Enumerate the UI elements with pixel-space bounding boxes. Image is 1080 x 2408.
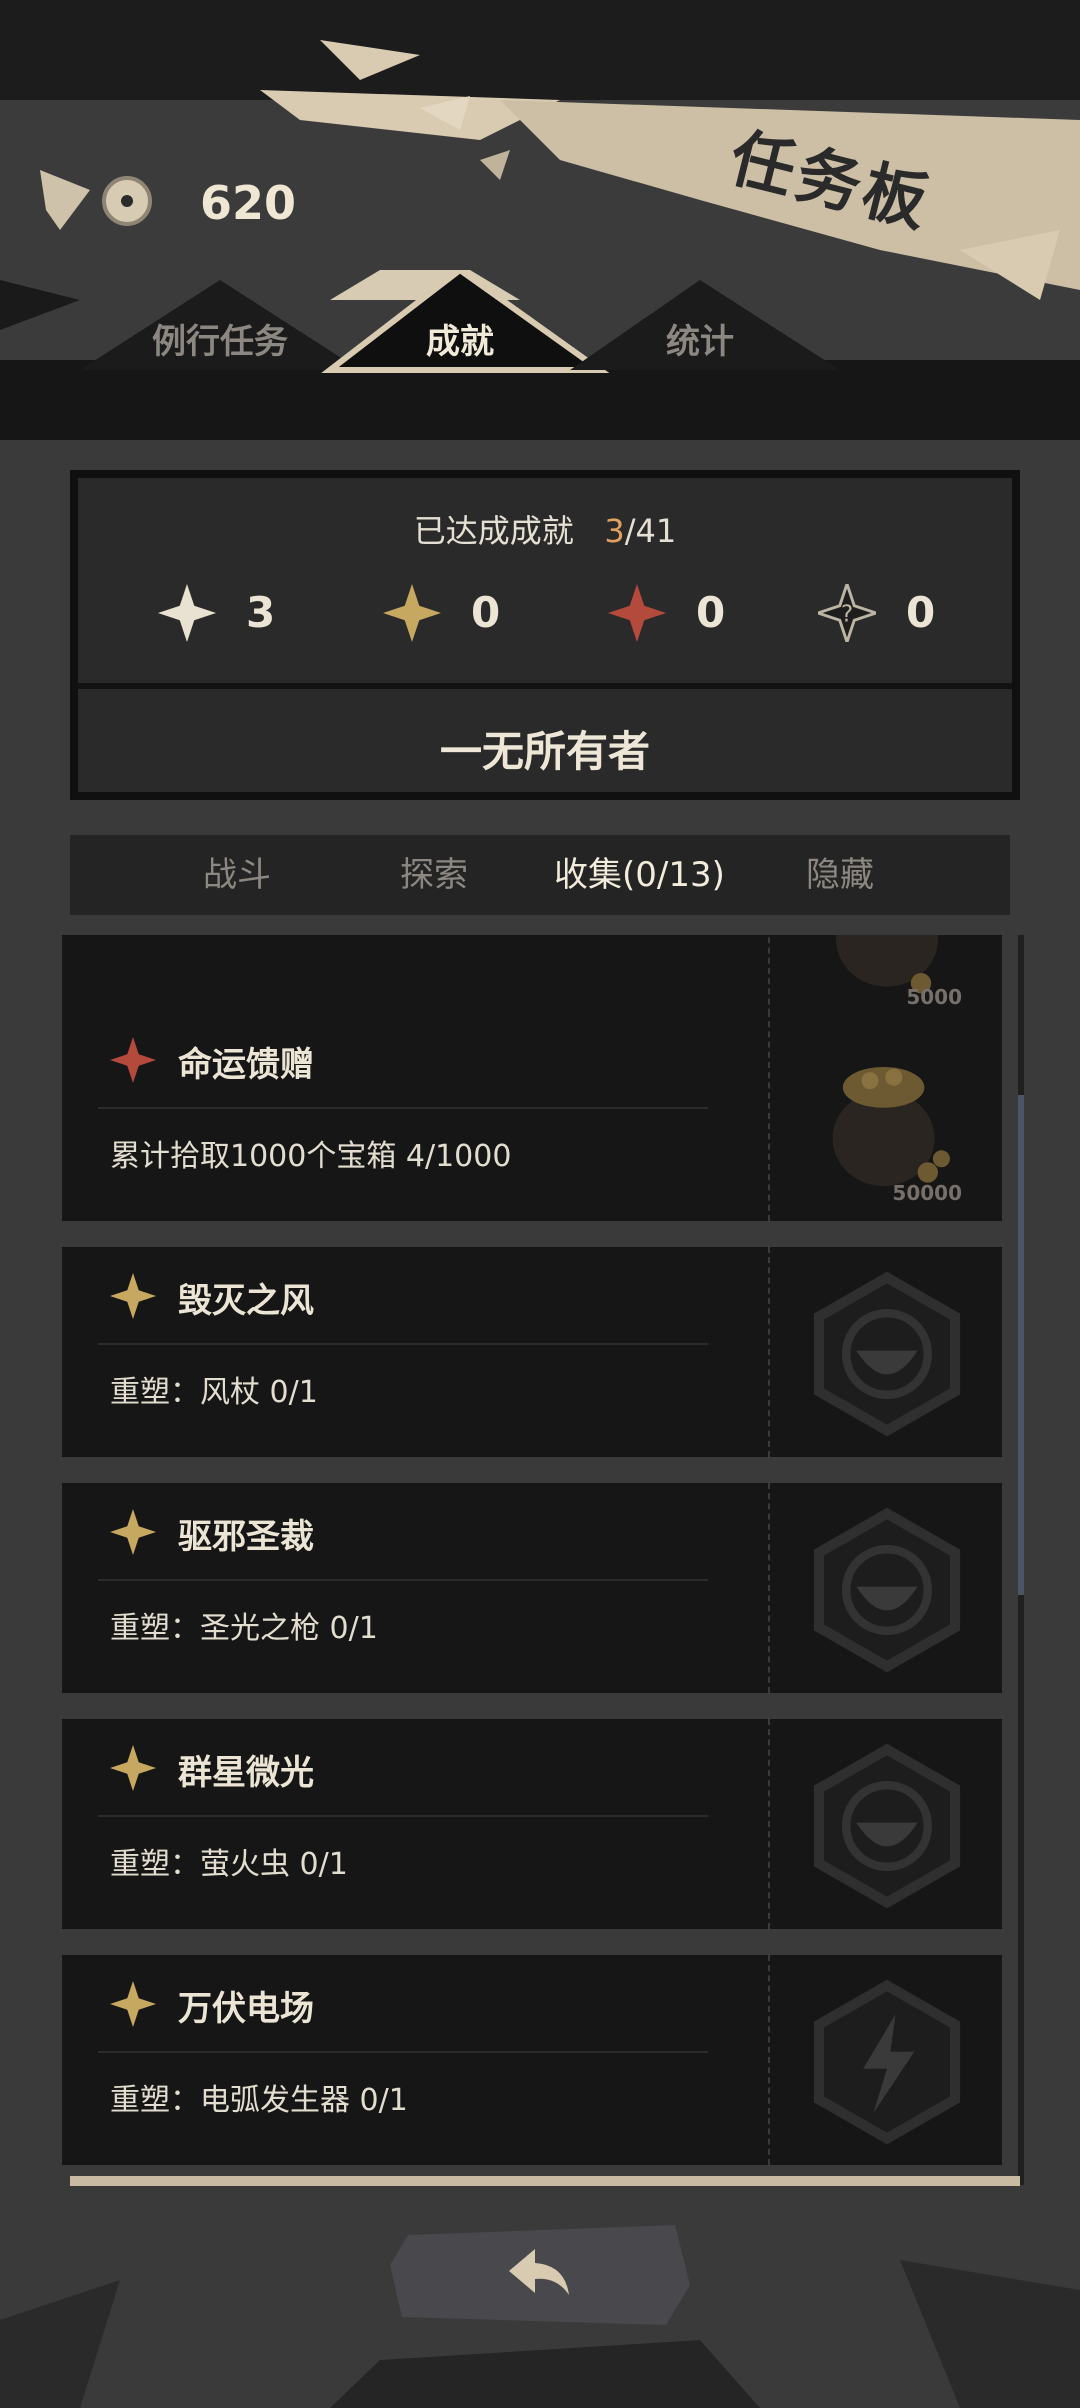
tab-label: 统计: [666, 322, 734, 362]
rank-title: 一无所有者: [439, 727, 650, 776]
summary-current: 3: [604, 512, 625, 550]
card-divider: [98, 2051, 708, 2053]
coin-count: 620: [200, 176, 297, 230]
hex-lightning-icon: [813, 1979, 961, 2145]
tab-label: 例行任务: [152, 322, 288, 362]
achievement-title: 毁灭之风: [178, 1281, 314, 1321]
category-tab-collect[interactable]: 收集(0/13): [554, 847, 725, 896]
stat-value: 3: [246, 588, 276, 637]
list-bottom-strip: [70, 2176, 1020, 2186]
card-divider: [98, 1579, 708, 1581]
red-star-icon: [608, 584, 666, 642]
achievement-card[interactable]: 驱邪圣裁 重塑：圣光之枪 0/1: [62, 1483, 1002, 1693]
achievement-title: 万伏电场: [178, 1989, 314, 2029]
achievement-list[interactable]: 5000 命运馈赠 累计拾取1000个宝箱 4/1000 50000 毁灭之风 …: [62, 935, 1012, 2185]
gold-star-icon: [383, 584, 441, 642]
achievement-description: 重塑：圣光之枪 0/1: [110, 1611, 378, 1646]
achievement-description: 重塑：电弧发生器 0/1: [110, 2083, 408, 2118]
scrollbar-thumb[interactable]: [1018, 1095, 1024, 1595]
achievement-description: 重塑：风杖 0/1: [110, 1375, 318, 1410]
achievement-description: 重塑：萤火虫 0/1: [110, 1847, 348, 1882]
white-star-icon: [158, 584, 216, 642]
achievement-card[interactable]: 毁灭之风 重塑：风杖 0/1: [62, 1247, 1002, 1457]
tab-statistics[interactable]: 统计: [590, 280, 810, 390]
card-divider: [98, 1343, 708, 1345]
hidden-star-icon: ?: [818, 584, 876, 642]
coin-eye-icon: [102, 176, 152, 226]
summary-divider: [78, 683, 1012, 689]
stat-value: 0: [471, 588, 501, 637]
reward-amount: 50000: [892, 1181, 962, 1205]
hex-bowl-icon: [813, 1507, 961, 1673]
coin-bag-icon: [832, 1067, 950, 1186]
category-tab-explore[interactable]: 探索: [400, 847, 468, 896]
summary-title: 已达成成就: [413, 512, 574, 550]
category-tab-hidden[interactable]: 隐藏: [806, 847, 874, 896]
category-tab-bar: 战斗 探索 收集(0/13) 隐藏: [70, 835, 1010, 915]
gold-star-icon: [110, 1509, 156, 1555]
summary-total: /41: [624, 512, 677, 550]
achievement-description: 累计拾取1000个宝箱 4/1000: [110, 1139, 512, 1174]
svg-text:?: ?: [841, 601, 853, 628]
achievement-title: 群星微光: [178, 1753, 314, 1793]
category-tab-battle[interactable]: 战斗: [203, 847, 271, 896]
achievement-card[interactable]: 群星微光 重塑：萤火虫 0/1: [62, 1719, 1002, 1929]
achievement-card[interactable]: 命运馈赠 累计拾取1000个宝箱 4/1000 50000: [62, 1011, 1002, 1221]
card-split: [768, 1483, 772, 1693]
card-split: [768, 1247, 772, 1457]
card-split: [768, 1955, 772, 2165]
stat-value: 0: [906, 588, 936, 637]
achievement-summary-panel: 已达成成就 3/41 3 0 0 ? 0 一无所有者: [70, 470, 1020, 800]
hex-bowl-icon: [813, 1271, 961, 1437]
gold-star-icon: [110, 1981, 156, 2027]
tab-daily-tasks[interactable]: 例行任务: [110, 280, 330, 390]
reward-amount: 5000: [906, 985, 962, 1009]
gold-star-icon: [110, 1273, 156, 1319]
achievement-title: 命运馈赠: [178, 1045, 314, 1085]
hex-bowl-icon: [813, 1743, 961, 1909]
achievement-title: 驱邪圣裁: [178, 1517, 314, 1557]
tab-achievements[interactable]: 成就: [330, 280, 590, 390]
red-star-icon: [110, 1037, 156, 1083]
card-split: [768, 1719, 772, 1929]
card-split: [768, 1011, 772, 1221]
bottom-torn-decoration: [0, 2260, 1080, 2408]
achievement-card[interactable]: 万伏电场 重塑：电弧发生器 0/1: [62, 1955, 1002, 2165]
stat-value: 0: [696, 588, 726, 637]
summary-title-row: 已达成成就 3/41: [78, 506, 1012, 552]
card-divider: [98, 1107, 708, 1109]
tab-label: 成就: [426, 322, 494, 362]
gold-star-icon: [110, 1745, 156, 1791]
card-divider: [98, 1815, 708, 1817]
